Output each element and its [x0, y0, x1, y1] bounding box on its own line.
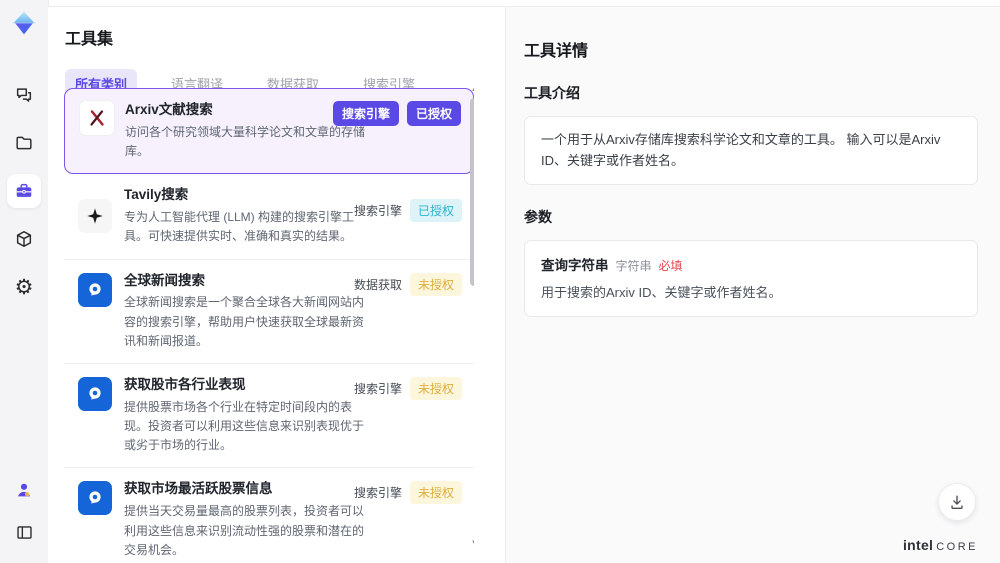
intro-text: 一个用于从Arxiv存储库搜索科学论文和文章的工具。 输入可以是Arxiv ID… [541, 131, 941, 168]
tool-description: 提供当天交易量最高的股票列表，投资者可以利用这些信息来识别流动性强的股票和潜在的… [124, 504, 365, 557]
arxiv-x-logo-icon [79, 100, 115, 136]
category-tag: 搜索引擎 [353, 204, 402, 219]
tool-name: 全球新闻搜索 [124, 272, 205, 288]
tool-name: 获取市场最活跃股票信息 [124, 481, 273, 497]
scrollbar-thumb[interactable] [470, 98, 474, 286]
gear-icon: ⚙ [14, 275, 34, 299]
tool-tags: 搜索引擎 已授权 [332, 101, 461, 126]
download-icon [948, 493, 966, 511]
param-type: 字符串 [615, 259, 652, 274]
tool-card-sector-performance[interactable]: 获取股市各行业表现 提供股票市场各个行业在特定时间段内的表现。投资者可以利用这些… [64, 362, 474, 456]
category-tag: 搜索引擎 [353, 486, 402, 501]
news-bubble-logo-icon [78, 481, 112, 516]
news-bubble-logo-icon [78, 376, 112, 411]
param-name: 查询字符串 [541, 258, 609, 274]
news-bubble-logo-icon [78, 272, 112, 307]
tool-name: Tavily搜索 [124, 187, 189, 203]
auth-status-badge: 已授权 [406, 101, 461, 126]
tool-description: 提供股票市场各个行业在特定时间段内的表现。投资者可以利用这些信息来识别表现优于或… [124, 399, 365, 453]
tool-detail-panel: 工具详情 工具介绍 一个用于从Arxiv存储库搜索科学论文和文章的工具。 输入可… [505, 7, 1000, 563]
chat-icon [14, 85, 34, 105]
tool-card-tavily[interactable]: Tavily搜索 专为人工智能代理 (LLM) 构建的搜索引擎工具。可快速提供实… [64, 186, 474, 247]
sidebar-item-files[interactable] [7, 126, 41, 160]
sidebar-item-chat[interactable] [7, 78, 41, 112]
tool-info: Tavily搜索 专为人工智能代理 (LLM) 构建的搜索引擎工具。可快速提供实… [124, 186, 370, 246]
category-tag: 数据获取 [353, 277, 402, 292]
tool-description: 专为人工智能代理 (LLM) 构建的搜索引擎工具。可快速提供实时、准确和真实的结… [124, 210, 355, 244]
tool-card-arxiv[interactable]: Arxiv文献搜索 访问各个研究领域大量科学论文和文章的存储库。 搜索引擎 已授… [64, 88, 474, 175]
user-icon [14, 480, 34, 500]
sidebar-item-tools[interactable] [7, 174, 41, 208]
auth-status-badge: 未授权 [409, 376, 462, 400]
sidebar-item-settings[interactable]: ⚙ [7, 270, 41, 304]
tavily-star-icon [78, 199, 112, 234]
toolset-title: 工具集 [65, 31, 114, 48]
sidebar-item-collapse[interactable] [7, 515, 41, 549]
intro-heading: 工具介绍 [524, 84, 580, 101]
folder-icon [14, 133, 34, 153]
panel-toggle-icon [15, 523, 34, 542]
download-button[interactable] [938, 483, 976, 521]
params-heading: 参数 [524, 209, 552, 226]
cube-icon [14, 229, 34, 249]
toolset-panel: 工具集 所有类别 语言翻译 数据获取 搜索引擎 Arxiv文献搜索 访问各个研究… [48, 7, 497, 563]
category-tag: 搜索引擎 [353, 381, 402, 396]
auth-status-badge: 未授权 [409, 272, 462, 296]
param-box: 查询字符串 字符串 必填 用于搜索的Arxiv ID、关键字或作者姓名。 [524, 240, 978, 317]
tool-description: 访问各个研究领域大量科学论文和文章的存储库。 [125, 124, 366, 159]
tool-description: 全球新闻搜索是一个聚合全球各大新闻网站内容的搜索引擎，帮助用户快速获取全球最新资… [124, 295, 365, 348]
scrollbar-up-arrow[interactable]: ▲ [470, 88, 474, 94]
param-header: 查询字符串 字符串 必填 [541, 254, 961, 274]
intel-core-logo: intel core [903, 537, 978, 553]
tool-card-group: Tavily搜索 专为人工智能代理 (LLM) 构建的搜索引擎工具。可快速提供实… [64, 186, 474, 563]
param-description: 用于搜索的Arxiv ID、关键字或作者姓名。 [541, 285, 782, 301]
tool-tags: 搜索引擎 未授权 [353, 376, 462, 400]
tool-tags: 搜索引擎 已授权 [353, 199, 462, 223]
detail-title: 工具详情 [524, 42, 589, 60]
core-brand-text: core [936, 541, 978, 553]
tool-tags: 搜索引擎 未授权 [353, 481, 462, 505]
auth-status-badge: 已授权 [409, 199, 462, 223]
sidebar-item-profile[interactable] [7, 473, 41, 507]
left-rail: ⚙ [0, 0, 49, 563]
tool-info: 获取股市各行业表现 提供股票市场各个行业在特定时间段内的表现。投资者可以利用这些… [124, 376, 370, 455]
tool-card-global-news[interactable]: 全球新闻搜索 全球新闻搜索是一个聚合全球各大新闻网站内容的搜索引擎，帮助用户快速… [64, 258, 474, 351]
tool-tags: 数据获取 未授权 [353, 272, 462, 296]
param-required-badge: 必填 [658, 259, 683, 274]
category-tag: 搜索引擎 [332, 101, 399, 126]
intel-brand-text: intel [902, 537, 934, 553]
tool-list: Arxiv文献搜索 访问各个研究领域大量科学论文和文章的存储库。 搜索引擎 已授… [64, 88, 474, 563]
briefcase-icon [14, 181, 34, 201]
tool-list-scrollbar: ▲ ▼ [469, 88, 474, 547]
intro-box: 一个用于从Arxiv存储库搜索科学论文和文章的工具。 输入可以是Arxiv ID… [524, 115, 978, 186]
tool-info: 全球新闻搜索 全球新闻搜索是一个聚合全球各大新闻网站内容的搜索引擎，帮助用户快速… [124, 272, 370, 351]
gem-logo-icon [9, 8, 39, 38]
auth-status-badge: 未授权 [409, 481, 462, 505]
tool-card-most-active-stocks[interactable]: 获取市场最活跃股票信息 提供当天交易量最高的股票列表，投资者可以利用这些信息来识… [64, 467, 474, 560]
sidebar-item-plugins[interactable] [7, 222, 41, 256]
scrollbar-down-arrow[interactable]: ▼ [470, 539, 474, 547]
tool-name: 获取股市各行业表现 [124, 376, 246, 392]
tool-info: 获取市场最活跃股票信息 提供当天交易量最高的股票列表，投资者可以利用这些信息来识… [124, 480, 370, 559]
